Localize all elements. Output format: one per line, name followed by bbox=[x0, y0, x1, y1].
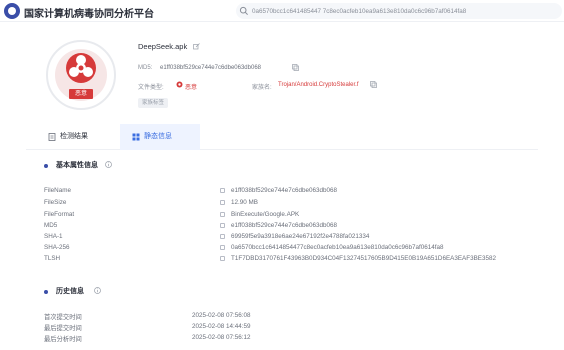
link-icon[interactable] bbox=[193, 43, 200, 50]
info-icon[interactable] bbox=[94, 287, 101, 294]
section-title-basic: 基本属性信息 bbox=[56, 162, 98, 169]
history-value: 2025-02-08 07:56:12 bbox=[192, 334, 251, 341]
history-label: 最后提交时间 bbox=[44, 325, 82, 332]
md5-value: e1ff038bf529ce744e7c6dbe063db068 bbox=[160, 65, 261, 71]
property-row: MD5 e1ff038bf529ce744e7c6dbe063db068 bbox=[44, 222, 544, 232]
detail-tabs: 检测结果 静态信息 bbox=[26, 124, 538, 150]
property-value: BinExecute/Google.APK bbox=[231, 211, 300, 218]
property-label: TLSH bbox=[44, 255, 61, 262]
history-label: 首次提交时间 bbox=[44, 314, 82, 321]
type-label: 文件类型: bbox=[138, 85, 164, 91]
property-row: TLSH T1F7DBD3170761F43963B0D934C04F13274… bbox=[44, 255, 544, 265]
warning-icon bbox=[176, 81, 183, 88]
property-row: FileFormat BinExecute/Google.APK bbox=[44, 211, 544, 221]
property-label: FileSize bbox=[44, 199, 67, 206]
property-row: FileName e1ff038bf529ce744e7c6dbe063db06… bbox=[44, 187, 544, 197]
family-tag-chip[interactable]: 家族标签 bbox=[138, 98, 168, 108]
search-icon[interactable] bbox=[239, 6, 249, 16]
property-row: FileSize 12.90 MB bbox=[44, 199, 544, 209]
tab-detection-results[interactable]: 检测结果 bbox=[40, 124, 120, 150]
property-row: SHA-1 69959f5e9a3918e6ae24e67192f2e4788f… bbox=[44, 233, 544, 243]
history-row: 首次提交时间 2025-02-08 07:56:08 bbox=[44, 312, 344, 322]
site-logo[interactable] bbox=[4, 3, 20, 19]
section-bullet bbox=[44, 164, 48, 168]
property-value: 69959f5e9a3918e6ae24e67192f2e4788fa02133… bbox=[231, 233, 370, 240]
tab-label: 检测结果 bbox=[60, 133, 88, 140]
property-value: e1ff038bf529ce744e7c6dbe063db068 bbox=[231, 187, 337, 194]
property-icon bbox=[220, 188, 225, 193]
history-label: 最后分析时间 bbox=[44, 336, 82, 343]
property-value: 0a6570bcc1c6414854477c8ec0acfeb10ea9a613… bbox=[231, 244, 444, 251]
history-value: 2025-02-08 07:56:08 bbox=[192, 312, 251, 319]
property-icon bbox=[220, 223, 225, 228]
property-value: 12.90 MB bbox=[231, 199, 258, 206]
family-label: 家族名: bbox=[252, 85, 272, 91]
grid-icon bbox=[132, 133, 140, 141]
malicious-label: 恶意 bbox=[69, 89, 93, 99]
property-label: FileName bbox=[44, 187, 71, 194]
property-label: FileFormat bbox=[44, 211, 75, 218]
tab-label: 静态信息 bbox=[144, 133, 172, 140]
property-icon bbox=[220, 200, 225, 205]
malicious-badge: 恶意 bbox=[46, 40, 116, 110]
property-label: SHA-256 bbox=[44, 244, 70, 251]
property-label: SHA-1 bbox=[44, 233, 63, 240]
history-row: 最后分析时间 2025-02-08 07:56:12 bbox=[44, 334, 344, 344]
tab-static-info[interactable]: 静态信息 bbox=[120, 124, 200, 150]
property-icon bbox=[220, 212, 225, 217]
property-value: T1F7DBD3170761F43963B0D934C04F1327451760… bbox=[231, 255, 497, 262]
info-icon[interactable] bbox=[105, 161, 112, 168]
top-bar: 国家计算机病毒协同分析平台 bbox=[0, 0, 564, 22]
property-value: e1ff038bf529ce744e7c6dbe063db068 bbox=[231, 222, 337, 229]
section-title-history: 历史信息 bbox=[56, 288, 84, 295]
property-icon bbox=[220, 245, 225, 250]
family-value[interactable]: Trojan/Android.CryptoStealer.f bbox=[278, 82, 358, 88]
property-icon bbox=[220, 234, 225, 239]
md5-label: MD5: bbox=[138, 65, 153, 71]
document-icon bbox=[48, 133, 56, 141]
history-row: 最后提交时间 2025-02-08 14:44:59 bbox=[44, 323, 344, 333]
site-title[interactable]: 国家计算机病毒协同分析平台 bbox=[24, 5, 154, 20]
copy-icon[interactable] bbox=[292, 64, 299, 71]
type-value: 恶意 bbox=[185, 85, 198, 91]
property-label: MD5 bbox=[44, 222, 58, 229]
search-input[interactable] bbox=[252, 5, 552, 17]
file-name: DeepSeek.apk bbox=[138, 42, 188, 51]
history-value: 2025-02-08 14:44:59 bbox=[192, 323, 251, 330]
search-bar[interactable] bbox=[236, 3, 562, 19]
property-icon bbox=[220, 256, 225, 261]
copy-icon[interactable] bbox=[370, 81, 377, 88]
section-bullet bbox=[44, 290, 48, 294]
property-row: SHA-256 0a6570bcc1c6414854477c8ec0acfeb1… bbox=[44, 244, 544, 254]
